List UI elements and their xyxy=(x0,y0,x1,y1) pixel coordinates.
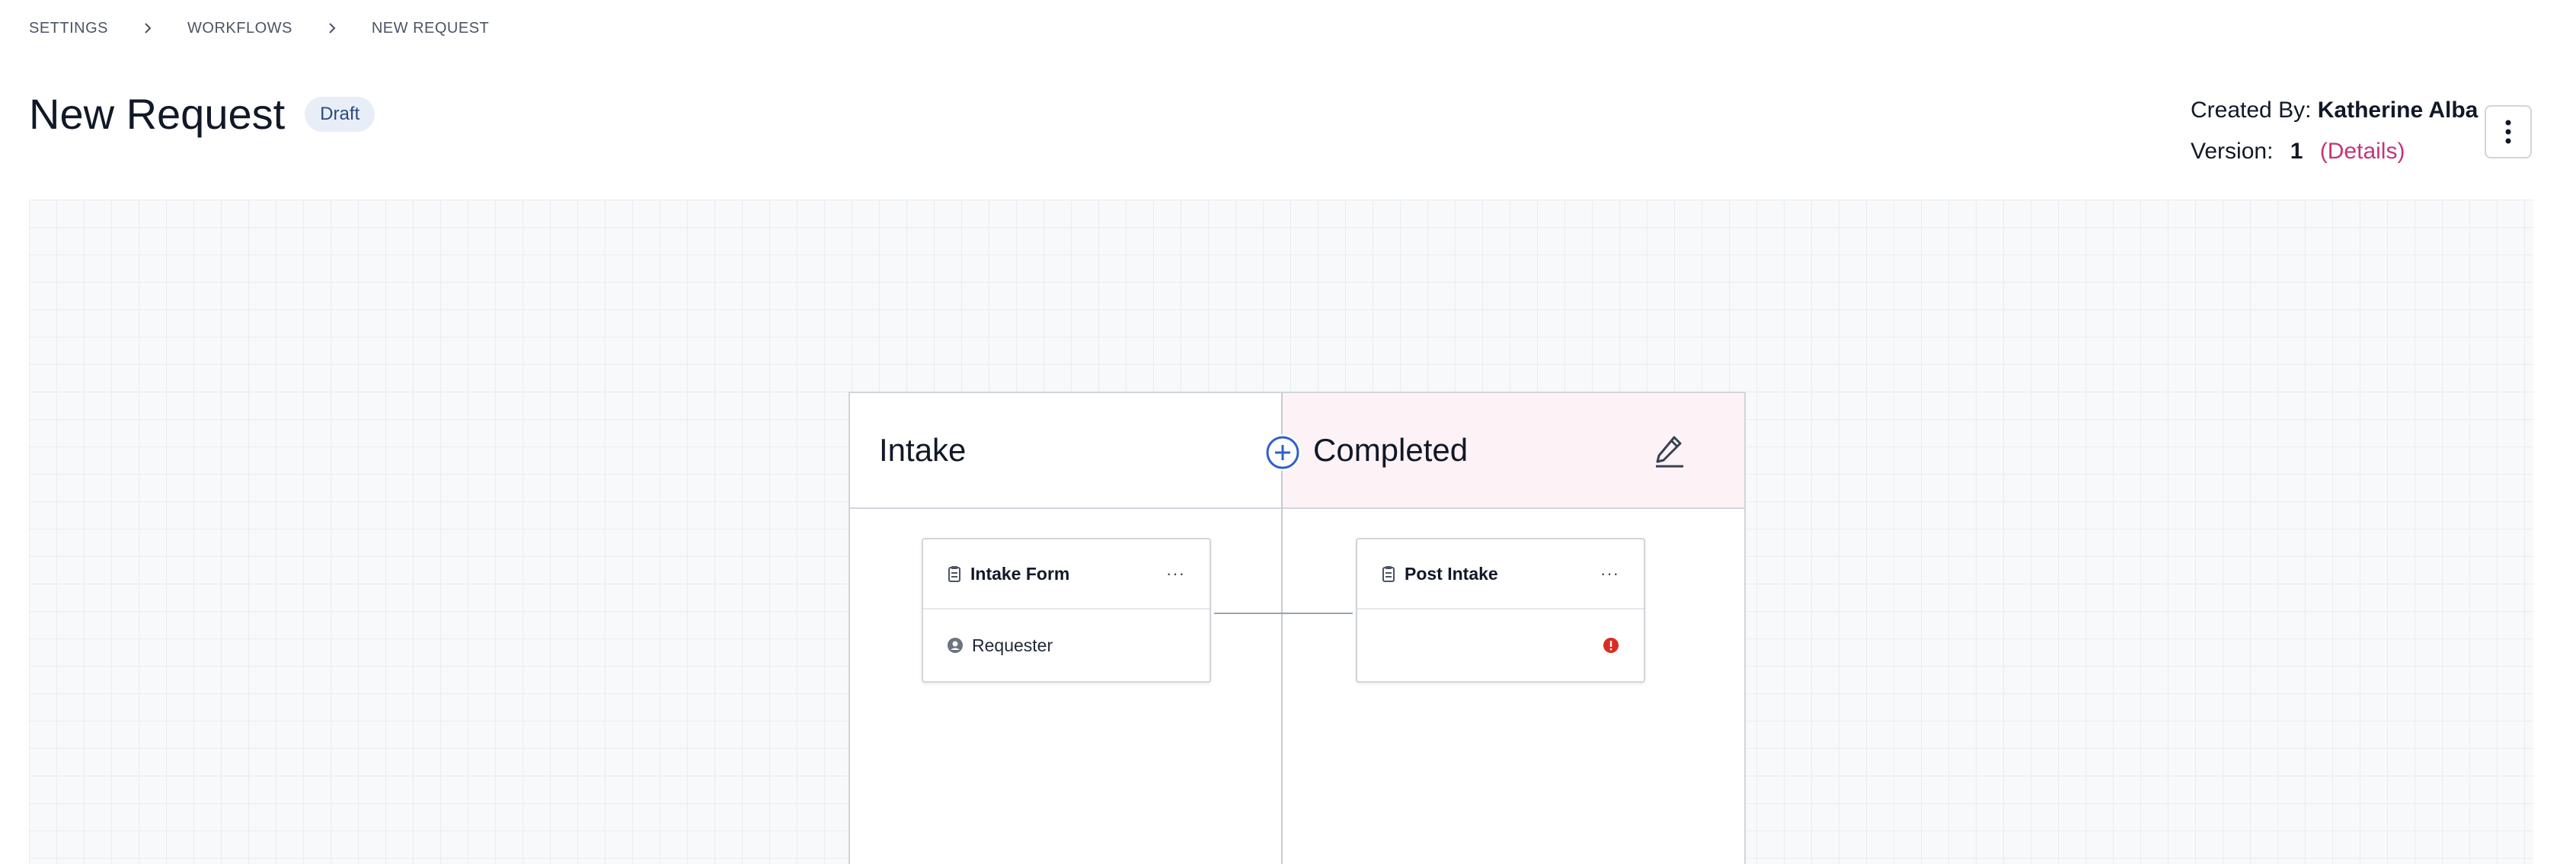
card-header: Post Intake ··· xyxy=(1357,539,1644,610)
card-body xyxy=(1357,610,1644,681)
page-header: New Request Draft xyxy=(29,84,376,145)
edit-stage-button[interactable] xyxy=(1650,431,1689,471)
breadcrumb: SETTINGS WORKFLOWS NEW REQUEST xyxy=(29,17,489,40)
pencil-icon xyxy=(1656,436,1683,468)
error-icon xyxy=(1603,638,1619,653)
breadcrumb-new-request: NEW REQUEST xyxy=(371,19,490,37)
version-value: 1 xyxy=(2290,139,2303,164)
version-row: Version: 1 (Details) xyxy=(2191,131,2478,172)
clipboard-icon xyxy=(1382,566,1395,582)
workflow-board: Intake Completed Intake Form ··· Request… xyxy=(849,392,1746,864)
add-stage-button[interactable] xyxy=(1264,434,1301,471)
card-menu-button[interactable]: ··· xyxy=(1600,564,1619,584)
created-by-value: Katherine Alba xyxy=(2317,98,2479,123)
card-title: Intake Form xyxy=(970,563,1070,584)
card-connector xyxy=(1214,613,1353,614)
breadcrumb-settings[interactable]: SETTINGS xyxy=(29,20,108,37)
details-link[interactable]: (Details) xyxy=(2320,139,2405,164)
card-title: Post Intake xyxy=(1405,563,1498,584)
stage-title: Intake xyxy=(879,432,967,468)
page-title: New Request xyxy=(29,90,286,138)
step-card-intake-form[interactable]: Intake Form ··· Requester xyxy=(922,538,1211,683)
user-circle-icon xyxy=(948,638,963,653)
workflow-meta: Created By: Katherine Alba Version: 1 (D… xyxy=(2191,90,2478,172)
step-card-post-intake[interactable]: Post Intake ··· xyxy=(1356,538,1645,683)
clipboard-icon xyxy=(948,566,960,582)
card-menu-button[interactable]: ··· xyxy=(1166,564,1185,584)
more-actions-button[interactable] xyxy=(2485,105,2532,158)
breadcrumb-workflows[interactable]: WORKFLOWS xyxy=(187,20,292,37)
stage-title: Completed xyxy=(1313,432,1469,468)
plus-circle-icon xyxy=(1266,436,1299,469)
chevron-right-icon xyxy=(315,17,349,40)
vertical-ellipsis-icon xyxy=(2505,120,2511,144)
created-by-row: Created By: Katherine Alba xyxy=(2191,90,2478,131)
workflow-canvas[interactable]: Intake Completed Intake Form ··· Request… xyxy=(29,200,2533,864)
created-by-label: Created By: xyxy=(2191,98,2312,123)
version-label: Version: xyxy=(2191,139,2274,164)
assignee-label: Requester xyxy=(972,635,1053,655)
card-header: Intake Form ··· xyxy=(923,539,1210,610)
card-body: Requester xyxy=(923,610,1210,681)
chevron-right-icon xyxy=(131,17,165,40)
stage-header-intake: Intake xyxy=(850,393,1283,509)
status-badge: Draft xyxy=(305,97,376,132)
